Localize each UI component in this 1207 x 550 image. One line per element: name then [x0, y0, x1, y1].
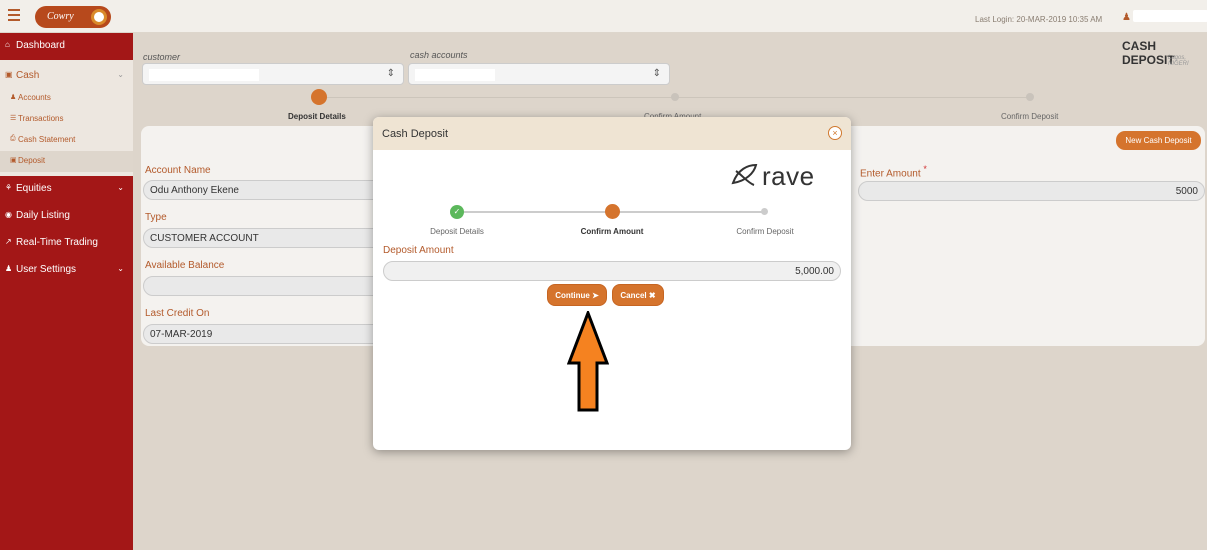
cash-accounts-select[interactable]: ⇕ — [408, 63, 670, 85]
modal-step-label: Deposit Details — [430, 227, 484, 236]
modal-step-label: Confirm Deposit — [736, 227, 794, 236]
top-bar: Cowry Last Login: 20-MAR-2019 10:35 AM ♟ — [0, 0, 1207, 33]
money-icon: ▣ — [5, 70, 13, 79]
customer-label: customer — [143, 52, 181, 62]
rave-logo-text: rave — [762, 161, 815, 191]
close-icon[interactable]: × — [828, 126, 842, 140]
sidebar-item-daily-listing[interactable]: ◉ Daily Listing — [0, 203, 133, 230]
account-name-field: Odu Anthony Ekene — [143, 180, 383, 200]
sidebar-item-label: Equities — [16, 183, 52, 194]
sidebar-item-user-settings[interactable]: ♟ User Settings ⌄ — [0, 257, 133, 284]
sidebar-item-cash[interactable]: ▣ Cash ⌄ — [0, 64, 133, 88]
sidebar: ⌂ Dashboard ▣ Cash ⌄ ♟ Accounts ☰ Transa… — [0, 33, 133, 550]
sidebar-item-equities[interactable]: ⚘ Equities ⌄ — [0, 176, 133, 203]
enter-amount-input[interactable]: 5000 — [858, 181, 1205, 201]
cash-accounts-label: cash accounts — [410, 50, 468, 60]
list-icon: ☰ — [10, 115, 17, 122]
step-label: Confirm Deposit — [1001, 112, 1059, 121]
sidebar-sub-label: Transactions — [18, 114, 64, 123]
money-icon: ▣ — [10, 157, 17, 164]
new-cash-deposit-button[interactable]: New Cash Deposit — [1116, 131, 1201, 150]
sidebar-item-real-time-trading[interactable]: ↗ Real-Time Trading — [0, 230, 133, 257]
account-name-label: Account Name — [145, 165, 211, 176]
times-icon: ✖ — [648, 291, 656, 300]
cancel-button[interactable]: Cancel ✖ — [612, 284, 664, 306]
deposit-amount-label: Deposit Amount — [383, 245, 454, 256]
cancel-button-label: Cancel — [620, 291, 647, 300]
user-menu[interactable]: ♟ — [1122, 10, 1207, 23]
page-location: Lagos, NIGERI — [1168, 55, 1189, 67]
enter-amount-label-text: Enter Amount — [860, 168, 921, 180]
rave-leaf-icon — [731, 163, 758, 186]
arrow-circle-right-icon: ➤ — [592, 291, 599, 300]
step-dot — [671, 93, 679, 101]
sidebar-item-label: Daily Listing — [16, 210, 70, 221]
sidebar-item-label: Real-Time Trading — [16, 237, 98, 248]
type-label: Type — [145, 212, 167, 223]
brand-logo-text: Cowry — [47, 11, 74, 22]
user-icon: ♟ — [5, 264, 13, 273]
line-chart-icon: ↗ — [5, 237, 12, 246]
select-caret-icon: ⇕ — [386, 68, 395, 79]
cash-submenu: ▣ Cash ⌄ ♟ Accounts ☰ Transactions ⎙ Cas… — [0, 60, 133, 176]
brand-logo[interactable]: Cowry — [35, 6, 111, 28]
available-balance-field — [143, 276, 383, 296]
sidebar-sub-label: Accounts — [18, 93, 51, 102]
step-dot-active — [605, 204, 620, 219]
step-dot — [761, 208, 768, 215]
modal-header: Cash Deposit × — [373, 117, 851, 150]
sidebar-sub-deposit[interactable]: ▣ Deposit — [0, 151, 133, 172]
type-field: CUSTOMER ACCOUNT — [143, 228, 383, 248]
modal-title: Cash Deposit — [382, 128, 449, 140]
customer-select[interactable]: ⇕ — [142, 63, 404, 85]
chevron-down-icon: ⌄ — [117, 183, 124, 192]
sidebar-sub-label: Deposit — [18, 156, 46, 165]
last-credit-field: 07-MAR-2019 — [143, 324, 383, 344]
select-caret-icon: ⇕ — [652, 68, 661, 79]
user-icon: ♟ — [10, 94, 17, 101]
user-icon: ♟ — [1122, 12, 1131, 23]
deposit-amount-field: 5,000.00 — [383, 261, 841, 281]
print-icon: ⎙ — [10, 135, 16, 142]
cubes-icon: ⚘ — [5, 183, 13, 192]
last-credit-label: Last Credit On — [145, 308, 210, 319]
redacted-account — [415, 69, 495, 81]
sidebar-sub-label: Cash Statement — [18, 135, 76, 144]
redacted-customer — [149, 69, 259, 81]
required-mark: * — [923, 164, 927, 174]
redacted-username — [1133, 10, 1207, 22]
continue-button[interactable]: Continue ➤ — [547, 284, 607, 306]
sidebar-item-label: User Settings — [16, 264, 77, 275]
continue-button-label: Continue — [555, 291, 590, 300]
step-dot — [1026, 93, 1034, 101]
sidebar-item-dashboard[interactable]: ⌂ Dashboard — [0, 33, 133, 60]
check-icon: ✓ — [450, 205, 464, 219]
step-label: Deposit Details — [288, 112, 346, 121]
chevron-down-icon: ⌄ — [117, 70, 124, 79]
step-dot-active — [311, 89, 327, 105]
sidebar-item-label: Dashboard — [16, 40, 65, 51]
sidebar-sub-accounts[interactable]: ♟ Accounts — [0, 88, 133, 109]
enter-amount-label: Enter Amount * — [860, 164, 927, 179]
sidebar-sub-transactions[interactable]: ☰ Transactions — [0, 109, 133, 130]
modal-step-label: Confirm Amount — [580, 227, 644, 236]
chevron-down-icon: ⌄ — [117, 264, 124, 273]
compass-icon: ◉ — [5, 210, 12, 219]
sidebar-item-label: Cash — [16, 70, 40, 81]
home-icon: ⌂ — [5, 40, 10, 49]
menu-icon[interactable] — [8, 9, 20, 23]
sidebar-sub-cash-statement[interactable]: ⎙ Cash Statement — [0, 130, 133, 151]
cash-deposit-modal: Cash Deposit × rave ✓ Deposit Details Co… — [373, 117, 851, 450]
rave-logo: rave — [730, 161, 835, 191]
last-login-text: Last Login: 20-MAR-2019 10:35 AM — [975, 15, 1103, 24]
available-balance-label: Available Balance — [145, 260, 225, 271]
annotation-arrow-icon — [567, 311, 609, 412]
